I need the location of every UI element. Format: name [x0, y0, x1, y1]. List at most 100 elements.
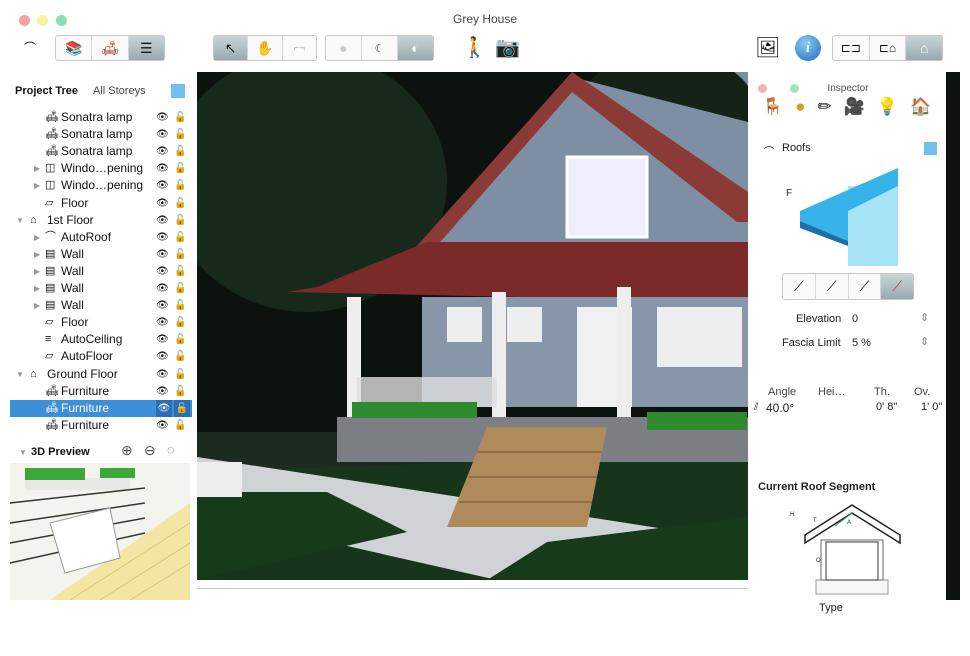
tree-item[interactable]: 🛋 Furniture 👁 🔓 [10, 417, 192, 434]
tree-item[interactable]: 🛋 Furniture 👁 🔓 [10, 399, 192, 417]
hand-icon[interactable]: ✋ [248, 36, 283, 60]
furniture-tab-icon[interactable]: 🪑 [762, 97, 783, 117]
fascia-type-2[interactable]: ⟋ [816, 274, 849, 299]
tool-segment[interactable]: ↖ ✋ ⌐¬ [213, 35, 317, 61]
library-icon[interactable]: 📚 [56, 36, 93, 60]
visibility-eye-icon[interactable]: 👁 [156, 366, 169, 383]
lock-icon[interactable]: 🔓 [174, 212, 186, 229]
tree-item[interactable]: ≡ AutoCeiling 👁 🔓 [10, 331, 192, 348]
tree-item[interactable]: ▶ ◫ Windo…pening 👁 🔓 [10, 160, 192, 177]
light-tab-icon[interactable]: 💡 [877, 97, 898, 117]
visibility-eye-icon[interactable]: 👁 [156, 246, 169, 263]
visibility-eye-icon[interactable]: 👁 [156, 212, 169, 229]
elevation-stepper[interactable]: ⇕ [920, 311, 929, 324]
lock-icon[interactable]: 🔓 [174, 348, 186, 365]
preview-expander-icon[interactable]: ▼ [19, 448, 27, 457]
fascia-limit-field[interactable]: 5 % [852, 337, 871, 349]
expander-icon[interactable]: ▶ [34, 263, 40, 280]
expander-icon[interactable]: ▼ [16, 212, 24, 229]
tree-item[interactable]: ▶ ⌒ AutoRoof 👁 🔓 [10, 229, 192, 246]
overhang-field[interactable]: 1' 0" [921, 401, 942, 413]
tree-item[interactable]: 🛋 Sonatra lamp 👁 🔓 [10, 143, 192, 160]
expander-icon[interactable]: ▶ [34, 246, 40, 263]
thickness-field[interactable]: 0' 8" [876, 401, 897, 413]
measure-icon[interactable]: ⌐¬ [283, 36, 316, 60]
visibility-eye-icon[interactable]: 👁 [156, 263, 169, 280]
info-icon[interactable]: i [795, 35, 821, 61]
tab-project-tree[interactable]: Project Tree [15, 85, 78, 97]
lock-icon[interactable]: 🔓 [174, 177, 186, 194]
tree-item[interactable]: ▶ ◫ Windo…pening 👁 🔓 [10, 177, 192, 194]
tree-item[interactable]: ▶ ▤ Wall 👁 🔓 [10, 280, 192, 297]
zoom-in-icon[interactable]: ⊕ [121, 442, 133, 459]
lock-icon[interactable]: 🔓 [174, 280, 186, 297]
visibility-eye-icon[interactable]: 👁 [156, 160, 169, 177]
visibility-eye-icon[interactable]: 👁 [156, 383, 169, 400]
tree-item[interactable]: ▶ ▤ Wall 👁 🔓 [10, 246, 192, 263]
viewport-scrollbar[interactable] [197, 588, 748, 594]
lighting-segment[interactable]: ● ☾ ◐ [325, 35, 434, 61]
lock-icon[interactable]: 🔓 [174, 109, 186, 126]
visibility-eye-icon[interactable]: 👁 [156, 195, 169, 212]
rotate-icon[interactable]: ◌ [167, 442, 175, 457]
visibility-eye-icon[interactable]: 👁 [156, 314, 169, 331]
tree-options-button[interactable] [171, 84, 185, 98]
expander-icon[interactable]: ▶ [34, 280, 40, 297]
fascia-type-1[interactable]: ⟋ [783, 274, 816, 299]
tree-item[interactable]: ▶ ▤ Wall 👁 🔓 [10, 263, 192, 280]
elevation-field[interactable]: 0 [852, 313, 858, 325]
visibility-eye-icon[interactable]: 👁 [156, 417, 169, 434]
fascia-type-4[interactable]: ⟋ [881, 274, 913, 299]
fascia-limit-stepper[interactable]: ⇕ [920, 335, 929, 348]
3d-view-icon[interactable]: ⌂ [906, 36, 943, 60]
project-tree-icon[interactable]: ☰ [128, 36, 164, 60]
3d-preview-canvas[interactable] [10, 463, 190, 600]
tree-item[interactable]: ▼ ⌂ Ground Floor 👁 🔓 [10, 366, 192, 383]
camera-icon[interactable]: 📷 [495, 34, 520, 62]
walk-icon[interactable]: 🚶 [462, 34, 487, 62]
tree-item[interactable]: ▶ ▤ Wall 👁 🔓 [10, 297, 192, 314]
lock-icon[interactable]: 🔓 [174, 383, 186, 400]
tree-item[interactable]: ▱ Floor 👁 🔓 [10, 314, 192, 331]
roof-tool-icon[interactable]: ⌒ [24, 34, 36, 62]
tree-item[interactable]: 🛋 Sonatra lamp 👁 🔓 [10, 126, 192, 143]
furniture-icon[interactable]: 🛋 [92, 36, 129, 60]
visibility-eye-icon[interactable]: 👁 [156, 399, 172, 417]
sphere-light-icon[interactable]: ● [326, 36, 362, 60]
lock-icon[interactable]: 🔓 [174, 229, 186, 246]
pointer-icon[interactable]: ↖ [214, 36, 249, 60]
moon-icon[interactable]: ☾ [362, 36, 398, 60]
zoom-out-icon[interactable]: ⊖ [144, 442, 156, 459]
split-view-icon[interactable]: ⊏⌂ [870, 36, 907, 60]
section-options-button[interactable] [924, 142, 937, 155]
lock-icon[interactable]: 🔓 [174, 297, 186, 314]
lock-icon[interactable]: 🔓 [174, 399, 190, 417]
expander-icon[interactable]: ▶ [34, 160, 40, 177]
lock-icon[interactable]: 🔓 [174, 314, 186, 331]
visibility-eye-icon[interactable]: 👁 [156, 331, 169, 348]
expander-icon[interactable]: ▶ [34, 297, 40, 314]
tree-item[interactable]: 🛋 Furniture 👁 🔓 [10, 383, 192, 400]
view-mode-segment[interactable]: 📚 🛋 ☰ [55, 35, 165, 61]
lock-icon[interactable]: 🔓 [174, 263, 186, 280]
lock-icon[interactable]: 🔓 [174, 246, 186, 263]
expander-icon[interactable]: ▶ [34, 177, 40, 194]
tree-item[interactable]: ▱ AutoFloor 👁 🔓 [10, 348, 192, 365]
tree-item[interactable]: 🛋 Sonatra lamp 👁 🔓 [10, 109, 192, 126]
lock-icon[interactable]: 🔓 [174, 126, 186, 143]
pencil-tab-icon[interactable]: ✏ [817, 97, 831, 117]
angle-field[interactable]: 40.0° [766, 401, 794, 415]
visibility-eye-icon[interactable]: 👁 [156, 109, 169, 126]
eclipse-icon[interactable]: ◐ [398, 36, 433, 60]
3d-viewport[interactable] [197, 72, 748, 580]
lock-icon[interactable]: 🔓 [174, 195, 186, 212]
material-tab-icon[interactable]: ● [795, 97, 805, 117]
visibility-eye-icon[interactable]: 👁 [156, 126, 169, 143]
lock-icon[interactable]: 🔓 [174, 143, 186, 160]
building-tab-icon[interactable]: 🏠 [910, 97, 931, 117]
2d-plan-icon[interactable]: ⊏⊐ [833, 36, 870, 60]
visibility-eye-icon[interactable]: 👁 [156, 177, 169, 194]
media-browser-icon[interactable]: 🖼 [755, 34, 780, 62]
fascia-type-segment[interactable]: ⟋ ⟋ ⟋ ⟋ [782, 273, 914, 300]
camera-tab-icon[interactable]: 🎥 [844, 97, 865, 117]
